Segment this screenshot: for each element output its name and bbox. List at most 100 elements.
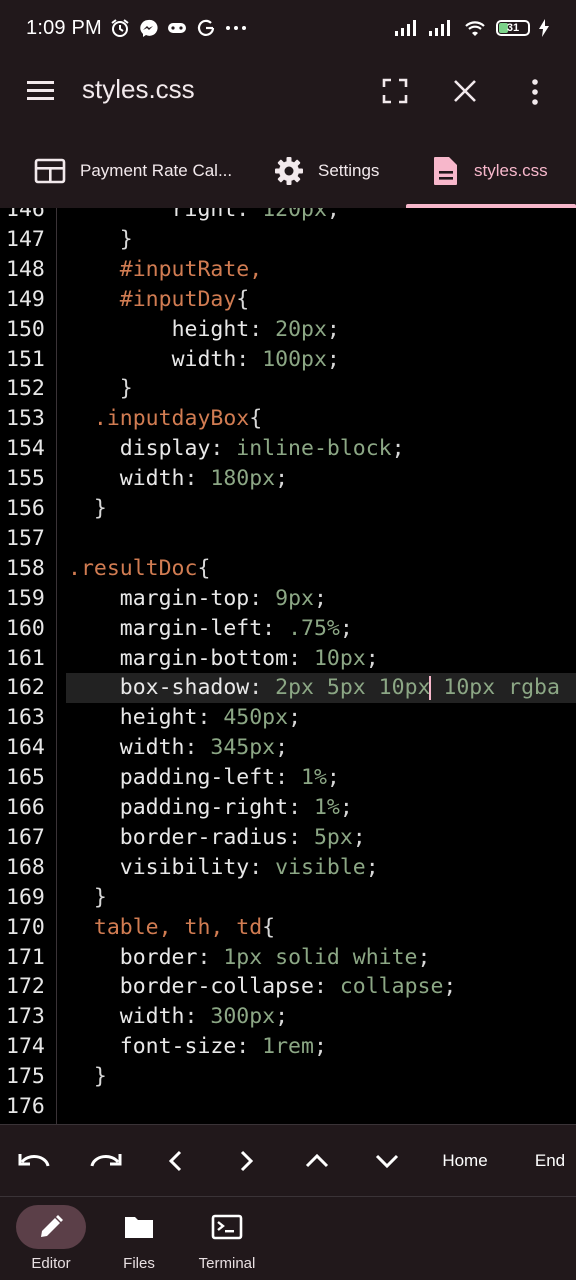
line-number: 167 [6,824,45,850]
code-token: right [171,208,237,222]
code-token: { [262,914,276,940]
home-key[interactable]: Home [436,1125,494,1197]
pencil-icon [41,1215,63,1237]
undo-icon[interactable] [14,1125,56,1197]
fullscreen-icon[interactable] [382,78,408,109]
code-line[interactable]: 167 border-radius: 5px; [0,823,576,853]
code-token: 120px [262,208,327,222]
arrow-up-icon[interactable] [298,1125,336,1197]
tab-payment-rate[interactable]: Payment Rate Cal... [34,134,232,208]
arrow-right-icon[interactable] [228,1125,264,1197]
tab-settings[interactable]: Settings [274,134,379,208]
code-line[interactable]: 169 } [0,883,576,913]
code-line[interactable]: 160 margin-left: .75%; [0,614,576,644]
code-token: ; [313,1034,327,1060]
code-token: ; [391,436,405,462]
code-line[interactable]: 154 display: inline-block; [0,434,576,464]
code-line[interactable]: 152 } [0,374,576,404]
code-token: ; [326,346,340,372]
code-line[interactable]: 163 height: 450px; [0,703,576,733]
code-line[interactable]: 175 } [0,1062,576,1092]
code-line[interactable]: 161 margin-bottom: 10px; [0,644,576,674]
end-key[interactable]: End [528,1125,572,1197]
code-token: } [68,884,107,910]
code-line[interactable]: 155 width: 180px; [0,464,576,494]
code-line[interactable]: 146 right: 120px; [0,208,576,225]
code-token: border [119,944,198,970]
tab-styles-css[interactable]: styles.css [432,134,548,208]
close-icon[interactable] [452,78,478,109]
code-text: .resultDoc{ [68,554,210,584]
code-text: padding-left: 1%; [68,763,340,793]
code-line[interactable]: 150 height: 20px; [0,315,576,345]
arrow-left-icon[interactable] [158,1125,194,1197]
tab-label: Settings [318,161,380,180]
code-token: 180px [210,466,276,492]
code-text: } [68,1062,107,1092]
nav-editor-pill [16,1205,86,1249]
nav-editor[interactable]: Editor [6,1205,96,1277]
code-line[interactable]: 176 [0,1092,576,1122]
nav-files[interactable]: Files [94,1205,184,1277]
code-token: #inputRate, [119,256,263,282]
code-line[interactable]: 164 width: 345px; [0,733,576,763]
code-token: 10px [313,645,366,671]
nav-terminal-label: Terminal [198,1255,256,1272]
code-line[interactable]: 147 } [0,225,576,255]
code-line[interactable]: 159 margin-top: 9px; [0,584,576,614]
code-token: collapse [339,974,444,1000]
code-line[interactable]: 172 border-collapse: collapse; [0,972,576,1002]
code-token: ; [339,795,353,820]
code-token: ; [443,974,457,1000]
code-line[interactable]: 156 } [0,494,576,524]
more-options-icon[interactable] [522,78,548,111]
layout-icon [34,158,66,184]
code-line[interactable]: 174 font-size: 1rem; [0,1032,576,1062]
code-line[interactable]: 165 padding-left: 1%; [0,763,576,793]
code-text: .inputdayBox{ [68,404,262,434]
line-number: 150 [6,316,45,342]
code-line[interactable]: 157 [0,524,576,554]
menu-icon[interactable] [26,78,56,107]
code-token: : [210,436,237,462]
code-line[interactable]: 162 box-shadow: 2px 5px 10px 10px rgba [0,673,576,703]
bottom-navigation: Editor Files Terminal [0,1196,576,1280]
code-token: font-size [119,1034,237,1060]
code-token: visible [275,854,366,880]
code-line[interactable]: 168 visibility: visible; [0,853,576,883]
alarm-icon [111,19,129,37]
nav-terminal[interactable]: Terminal [182,1205,272,1277]
code-line[interactable]: 148 #inputRate, [0,255,576,285]
code-text: font-size: 1rem; [68,1032,327,1062]
code-token: : [236,1034,263,1060]
code-line[interactable]: 166 padding-right: 1%; [0,793,576,823]
code-token: box-shadow [119,675,250,701]
code-token: padding-left [119,765,276,791]
code-line[interactable]: 158 .resultDoc{ [0,554,576,584]
arrow-down-icon[interactable] [368,1125,406,1197]
code-line[interactable]: 153 .inputdayBox{ [0,404,576,434]
code-token: : [288,645,314,671]
code-token: .inputdayBox [93,406,250,432]
nav-files-pill [104,1205,174,1249]
redo-icon[interactable] [84,1125,126,1197]
line-number: 163 [6,705,45,731]
line-number: 161 [6,645,45,671]
page-title: styles.css [82,74,195,104]
code-text: margin-bottom: 10px; [68,644,379,674]
code-line[interactable]: 171 border: 1px solid white; [0,943,576,973]
code-token: ; [326,208,340,222]
code-line[interactable]: 170 table, th, td{ [0,913,576,943]
code-line[interactable]: 173 width: 300px; [0,1002,576,1032]
google-icon [197,19,214,36]
code-token: table, th, td [93,914,263,940]
code-line[interactable]: 151 width: 100px; [0,345,576,375]
code-editor[interactable]: 146 right: 120px; 147 } 148 #inputRate, 149… [0,208,576,1124]
code-line[interactable]: 149 #inputDay{ [0,285,576,315]
line-number: 152 [6,376,45,402]
code-token: ; [326,765,340,791]
